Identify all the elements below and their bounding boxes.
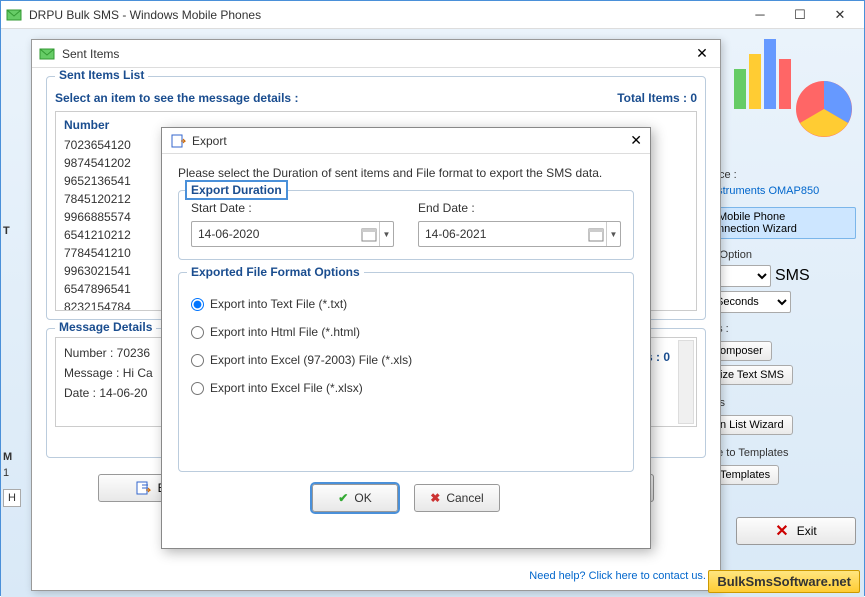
format-xlsx-radio[interactable]: Export into Excel File (*.xlsx) [191, 381, 621, 395]
close-button[interactable]: ✕ [820, 2, 860, 28]
end-date-input[interactable]: 14-06-2021 ▼ [418, 221, 621, 247]
templates-button[interactable]: Templates [711, 465, 779, 485]
export-dialog-icon [170, 133, 186, 149]
right-panel: vice : nstruments OMAP850 Mobile Phone n… [711, 169, 856, 497]
main-title: DRPU Bulk SMS - Windows Mobile Phones [29, 8, 740, 22]
export-format-legend: Exported File Format Options [187, 264, 364, 280]
maximize-button[interactable]: ☐ [780, 2, 820, 28]
calendar-icon [588, 226, 604, 242]
format-txt-radio[interactable]: Export into Text File (*.txt) [191, 297, 621, 311]
seconds-select[interactable]: Seconds [711, 291, 791, 313]
start-date-value: 14-06-2020 [192, 227, 361, 241]
sent-items-close-icon[interactable]: ✕ [690, 43, 714, 65]
device-label: vice : [711, 169, 856, 181]
left-trunc-t: T [3, 225, 10, 237]
export-dialog: Export ✕ Please select the Duration of s… [161, 127, 651, 549]
main-body: vice : nstruments OMAP850 Mobile Phone n… [1, 29, 864, 597]
format-html-radio[interactable]: Export into Html File (*.html) [191, 325, 621, 339]
left-trunc-h: H [3, 489, 21, 507]
left-trunc-n: 1 [3, 467, 9, 479]
exit-icon: ✕ [775, 521, 788, 541]
calendar-icon [361, 226, 377, 242]
start-date-label: Start Date : [191, 201, 394, 215]
profiles-label: les [711, 397, 856, 409]
minimize-button[interactable]: ─ [740, 2, 780, 28]
save-templates-label: ge to Templates [711, 447, 856, 459]
sms-label: SMS [775, 267, 810, 285]
delay-option-label: y Option [711, 249, 856, 261]
sent-items-list-title: Sent Items List [55, 68, 148, 82]
export-duration-fieldset: Export Duration Start Date : 14-06-2020 … [178, 190, 634, 260]
app-icon [5, 6, 23, 24]
sent-items-title: Sent Items [62, 47, 690, 61]
main-window: DRPU Bulk SMS - Windows Mobile Phones ─ … [0, 0, 865, 596]
scrollbar[interactable] [678, 340, 694, 424]
check-icon: ✔ [338, 491, 348, 505]
bg-charts-decoration [724, 29, 864, 149]
left-trunc-m: M [3, 451, 12, 463]
chevron-down-icon[interactable]: ▼ [379, 222, 393, 246]
export-title: Export [192, 134, 630, 148]
export-titlebar: Export ✕ [162, 128, 650, 154]
chevron-down-icon[interactable]: ▼ [606, 222, 620, 246]
resize-sms-button[interactable]: ize Text SMS [711, 365, 793, 385]
cancel-icon: ✖ [430, 491, 440, 505]
total-items-label: Total Items : 0 [617, 91, 697, 105]
sent-items-icon [38, 45, 56, 63]
help-link[interactable]: Need help? Click here to contact us. [529, 570, 706, 582]
list-wizard-button[interactable]: n List Wizard [711, 415, 793, 435]
mobile-phone-button[interactable]: Mobile Phone nnection Wizard [711, 207, 856, 239]
end-date-value: 14-06-2021 [419, 227, 588, 241]
export-format-fieldset: Exported File Format Options Export into… [178, 272, 634, 472]
ok-button[interactable]: ✔OK [312, 484, 398, 512]
export-duration-legend: Export Duration [187, 182, 286, 198]
device-value[interactable]: nstruments OMAP850 [711, 185, 856, 197]
templates-label: es : [711, 323, 856, 335]
end-date-label: End Date : [418, 201, 621, 215]
exit-button[interactable]: ✕ Exit [736, 517, 856, 545]
list-instruction: Select an item to see the message detail… [55, 91, 298, 105]
format-xls-radio[interactable]: Export into Excel (97-2003) File (*.xls) [191, 353, 621, 367]
cancel-button[interactable]: ✖Cancel [414, 484, 500, 512]
sent-items-titlebar: Sent Items ✕ [32, 40, 720, 68]
export-instruction: Please select the Duration of sent items… [178, 166, 634, 180]
main-titlebar: DRPU Bulk SMS - Windows Mobile Phones ─ … [1, 1, 864, 29]
watermark: BulkSmsSoftware.net [708, 570, 860, 593]
export-close-icon[interactable]: ✕ [630, 132, 642, 149]
message-details-title: Message Details [55, 320, 156, 334]
start-date-input[interactable]: 14-06-2020 ▼ [191, 221, 394, 247]
export-icon [135, 480, 151, 496]
